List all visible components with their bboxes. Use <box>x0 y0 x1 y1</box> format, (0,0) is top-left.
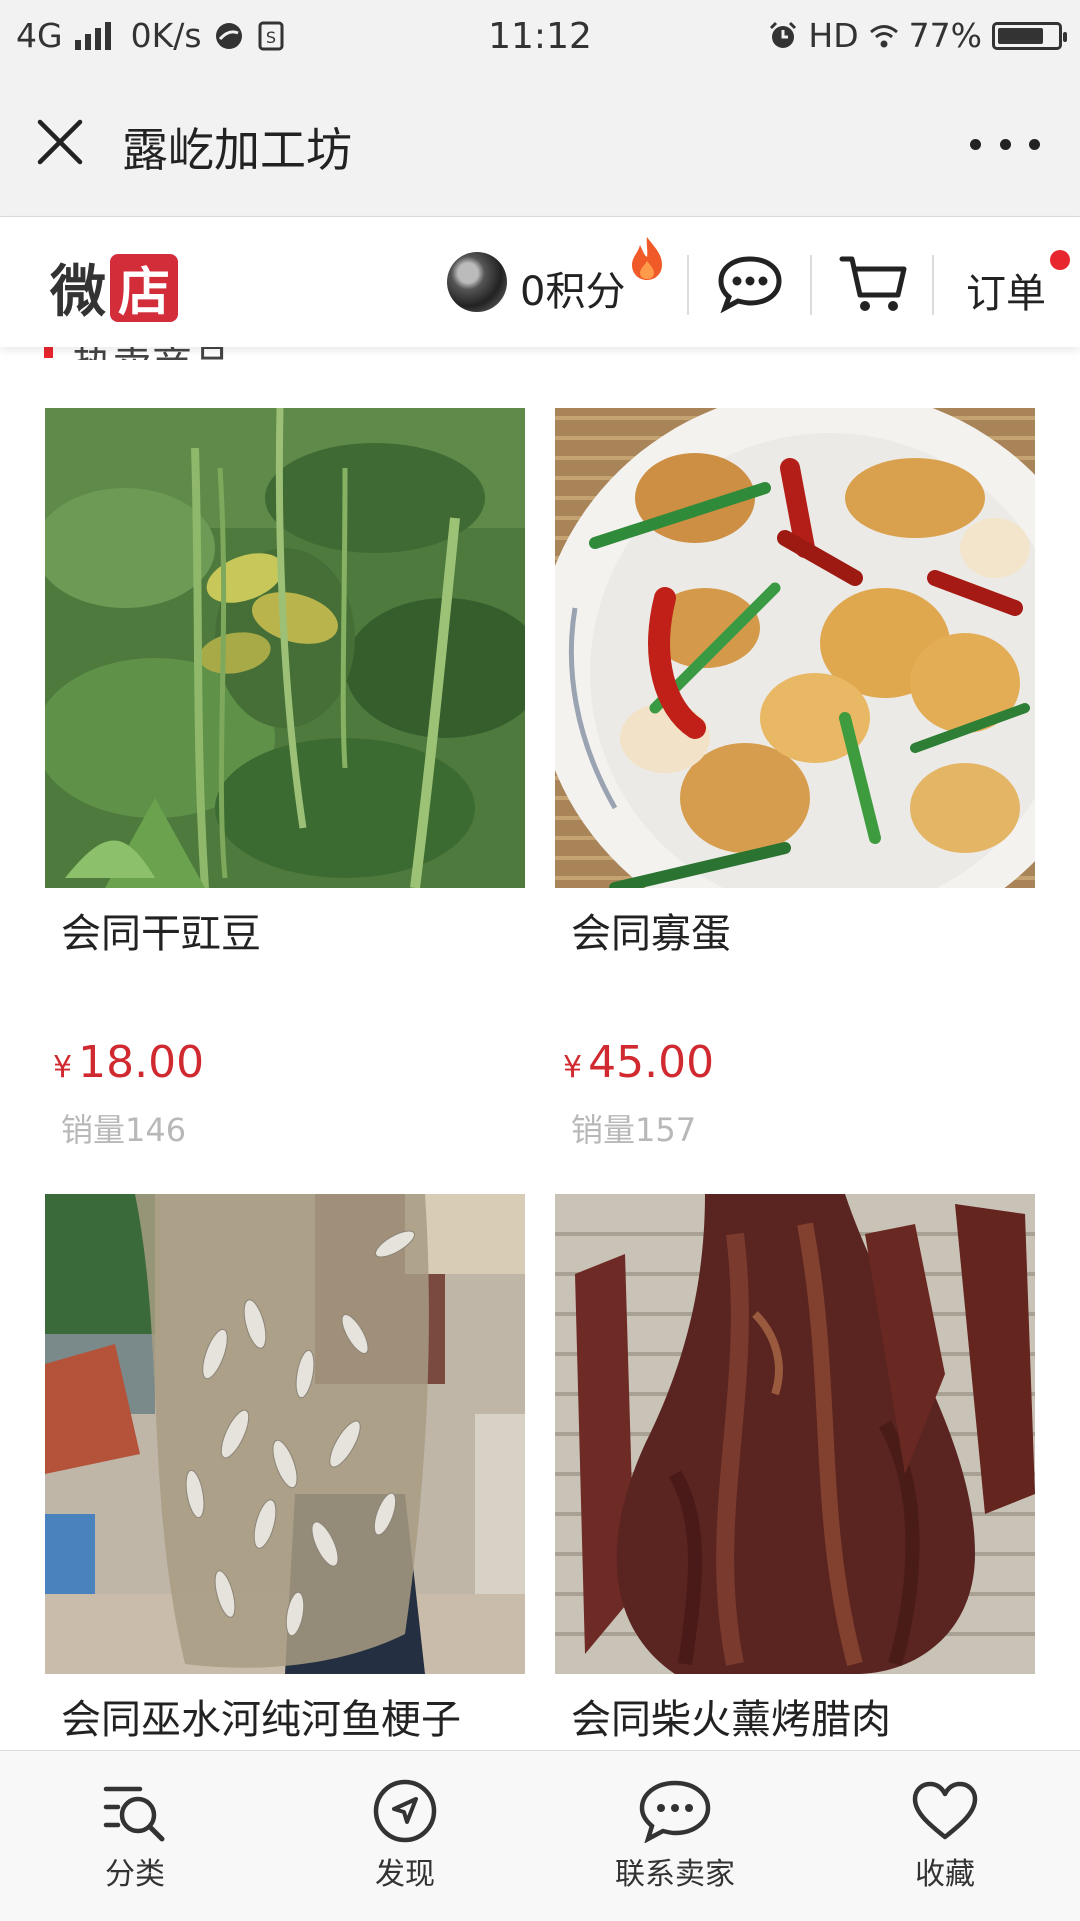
wifi-icon <box>869 24 898 47</box>
currency-symbol: ¥ <box>53 1050 73 1085</box>
message-icon[interactable] <box>715 253 785 313</box>
heart-icon <box>912 1781 978 1840</box>
product-card[interactable]: 会同寡蛋 ¥45.00 销量157 <box>555 408 1035 1151</box>
hd-indicator: HD <box>808 16 859 55</box>
compass-icon <box>373 1779 437 1843</box>
avatar[interactable] <box>447 252 507 312</box>
header-divider <box>932 255 934 315</box>
nav-item-favorites[interactable]: 收藏 <box>845 1779 1045 1893</box>
nav-item-contact-seller[interactable]: 联系卖家 <box>575 1779 775 1893</box>
product-card[interactable]: 会同巫水河纯河鱼梗子 <box>45 1194 525 1744</box>
battery-icon <box>992 21 1067 50</box>
product-name[interactable]: 会同柴火薰烤腊肉 <box>571 1696 1035 1744</box>
battery-percent: 77% <box>908 16 982 55</box>
orders-link[interactable]: 订单 <box>966 261 1046 319</box>
nav-item-discover[interactable]: 发现 <box>305 1779 505 1893</box>
product-price: ¥45.00 <box>563 1036 1035 1095</box>
product-image-long-beans[interactable] <box>45 408 525 888</box>
cart-icon[interactable] <box>838 251 910 315</box>
price-value: 18.00 <box>78 1037 205 1088</box>
battery-level <box>998 27 1043 44</box>
more-options-button[interactable] <box>970 124 1040 164</box>
product-price: ¥18.00 <box>53 1036 525 1095</box>
product-image-smoked-bacon[interactable] <box>555 1194 1035 1674</box>
shop-header: 微 店 0积分 订单 <box>0 217 1080 347</box>
close-icon[interactable] <box>30 112 90 172</box>
header-divider <box>687 255 689 315</box>
more-dot-icon <box>970 138 981 150</box>
currency-symbol: ¥ <box>563 1050 583 1085</box>
chat-bubble-icon <box>639 1780 711 1843</box>
title-bar: 露屹加工坊 <box>0 74 1080 217</box>
alarm-icon <box>770 21 797 48</box>
logo-text-right: 店 <box>110 253 178 323</box>
status-bar: 4G 0K/s S 11:12 HD 77% <box>0 0 1080 74</box>
status-right: HD 77% <box>768 16 1067 55</box>
product-card[interactable]: 会同柴火薰烤腊肉 <box>555 1194 1035 1744</box>
nav-label: 联系卖家 <box>615 1857 735 1892</box>
product-sales: 销量146 <box>61 1111 187 1149</box>
logo-text-left: 微 <box>50 259 106 325</box>
product-image-fried-tofu[interactable] <box>555 408 1035 888</box>
header-divider <box>810 255 812 315</box>
page-title: 露屹加工坊 <box>122 123 352 177</box>
product-name[interactable]: 会同干豇豆 <box>61 910 525 958</box>
orders-notification-dot <box>1050 250 1070 270</box>
category-search-icon <box>103 1786 165 1842</box>
points-label[interactable]: 0积分 <box>520 259 625 317</box>
flame-icon <box>632 237 662 280</box>
nav-label: 分类 <box>105 1857 165 1892</box>
product-image-river-fish[interactable] <box>45 1194 525 1674</box>
product-card[interactable]: 会同干豇豆 ¥18.00 销量146 <box>45 408 525 1151</box>
product-name[interactable]: 会同寡蛋 <box>571 910 1035 958</box>
bottom-nav: 分类 发现 联系卖家 收藏 <box>0 1750 1080 1921</box>
nav-label: 发现 <box>375 1857 435 1892</box>
more-dot-icon <box>999 138 1011 150</box>
product-sales: 销量157 <box>571 1111 697 1149</box>
nav-item-category[interactable]: 分类 <box>35 1779 235 1893</box>
price-value: 45.00 <box>588 1037 715 1088</box>
weidian-logo[interactable]: 微 店 <box>50 247 178 328</box>
nav-label: 收藏 <box>915 1857 975 1892</box>
more-dot-icon <box>1029 138 1040 150</box>
product-name[interactable]: 会同巫水河纯河鱼梗子 <box>61 1696 525 1744</box>
